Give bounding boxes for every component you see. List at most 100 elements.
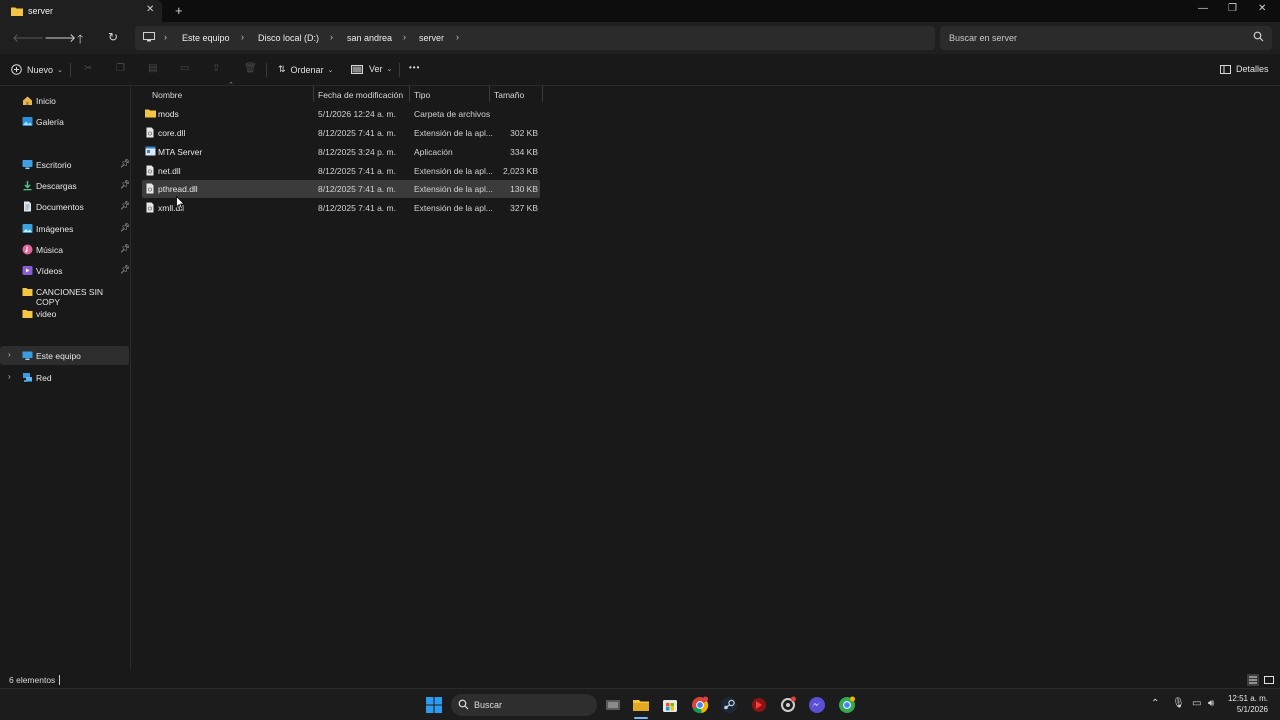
pin-icon[interactable]: 📌︎ <box>120 180 130 189</box>
pin-icon[interactable]: 📌︎ <box>120 159 130 168</box>
more-options-button[interactable]: ••• <box>409 63 420 72</box>
store-icon[interactable] <box>661 696 679 714</box>
taskbar-search[interactable]: Buscar <box>451 694 597 716</box>
minimize-button[interactable]: — <box>1198 3 1208 14</box>
column-header-type[interactable]: Tipo <box>414 90 430 100</box>
file-row-mods[interactable]: mods 5/1/2026 12:24 a. m. Carpeta de arc… <box>142 105 540 123</box>
delete-icon[interactable]: 🗑 <box>244 63 257 74</box>
details-button[interactable]: Detalles <box>1220 64 1269 74</box>
clock[interactable]: 12:51 a. m. 5/1/2026 <box>1226 693 1268 715</box>
chevron-right-icon: › <box>403 32 406 42</box>
gallery-icon <box>22 117 33 126</box>
pin-icon[interactable]: 📌︎ <box>120 244 130 253</box>
chevron-down-icon: ⌄ <box>327 66 334 74</box>
column-divider[interactable] <box>409 86 410 102</box>
pin-icon[interactable]: 📌︎ <box>120 223 130 232</box>
this-pc-icon <box>22 351 33 360</box>
cut-icon[interactable]: ✂ <box>84 63 92 74</box>
sort-button[interactable]: ⇅ Ordenar ⌄ <box>278 64 333 75</box>
column-header-date[interactable]: Fecha de modificación <box>318 90 403 100</box>
folder-icon <box>22 310 33 318</box>
close-tab-button[interactable]: ✕ <box>146 4 154 15</box>
file-row-pthread-dll[interactable]: pthread.dll 8/12/2025 7:41 a. m. Extensi… <box>142 180 540 198</box>
chrome-alt-icon[interactable] <box>838 696 856 714</box>
pin-icon[interactable]: 📌︎ <box>120 265 130 274</box>
sidebar-item-videos[interactable]: Vídeos 📌︎ <box>0 261 130 280</box>
sidebar-item-documentos[interactable]: Documentos 📌︎ <box>0 197 130 216</box>
details-view-icon[interactable] <box>1247 674 1259 686</box>
sidebar-item-galeria[interactable]: Galería <box>0 112 129 131</box>
task-view-icon[interactable] <box>604 696 622 714</box>
music-icon <box>22 244 33 255</box>
refresh-button[interactable]: ↻ <box>108 30 118 44</box>
file-row-core-dll[interactable]: core.dll 8/12/2025 7:41 a. m. Extensión … <box>142 124 540 142</box>
plus-circle-icon <box>11 64 22 75</box>
red-app-icon[interactable] <box>750 696 768 714</box>
sidebar-item-imagenes[interactable]: Imágenes 📌︎ <box>0 219 130 238</box>
address-bar[interactable]: › Este equipo › Disco local (D:) › san a… <box>135 26 935 50</box>
settings-app-icon[interactable] <box>779 696 797 714</box>
chevron-right-icon[interactable]: › <box>456 32 459 42</box>
up-button[interactable]: 🡑 <box>77 30 83 51</box>
sidebar-item-escritorio[interactable]: Escritorio 📌︎ <box>0 155 130 174</box>
breadcrumb-san-andrea[interactable]: san andrea <box>347 33 392 43</box>
new-tab-button[interactable]: + <box>175 3 183 18</box>
sidebar-item-red[interactable]: › Red <box>0 368 129 387</box>
chevron-right-icon: › <box>330 32 333 42</box>
chevron-right-icon[interactable]: › <box>8 372 11 381</box>
file-explorer-icon[interactable] <box>632 696 650 714</box>
details-pane-icon <box>1220 64 1231 74</box>
forward-button[interactable]: 🡒 <box>44 30 76 45</box>
chevron-up-icon[interactable]: ⌃ <box>1151 698 1159 709</box>
messenger-icon[interactable] <box>808 696 826 714</box>
sidebar-item-video[interactable]: video <box>0 304 129 323</box>
column-divider[interactable] <box>542 86 543 102</box>
steam-icon[interactable] <box>720 696 738 714</box>
column-header-name[interactable]: Nombre <box>152 90 182 100</box>
file-row-mta-server[interactable]: MTA Server 8/12/2025 3:24 p. m. Aplicaci… <box>142 143 540 161</box>
dll-file-icon <box>146 165 154 176</box>
divider <box>59 675 60 685</box>
sidebar-item-canciones-sin-copy[interactable]: CANCIONES SIN COPY <box>0 282 129 307</box>
column-divider[interactable] <box>489 86 490 102</box>
pin-icon[interactable]: 📌︎ <box>120 201 130 210</box>
folder-icon <box>145 109 156 118</box>
breadcrumb-este-equipo[interactable]: Este equipo <box>182 33 230 43</box>
sidebar-item-este-equipo[interactable]: › Este equipo <box>0 346 129 365</box>
sidebar-item-inicio[interactable]: Inicio <box>0 91 129 110</box>
search-icon <box>1253 31 1264 42</box>
chrome-icon[interactable] <box>691 696 709 714</box>
microphone-icon[interactable]: 🎙︎ <box>1172 698 1185 709</box>
column-header-size[interactable]: Tamaño <box>494 90 524 100</box>
copy-icon[interactable]: ❐ <box>116 63 125 74</box>
file-row-xmll-dll[interactable]: xmll.dll 8/12/2025 7:41 a. m. Extensión … <box>142 199 540 217</box>
chevron-down-icon: ⌄ <box>57 66 63 74</box>
sidebar-item-descargas[interactable]: Descargas 📌︎ <box>0 176 130 195</box>
navigation-pane: Inicio Galería Escritorio 📌︎ Descargas 📌… <box>0 86 131 670</box>
volume-icon[interactable]: 🔊︎ <box>1208 698 1214 709</box>
close-window-button[interactable]: ✕ <box>1258 3 1266 14</box>
chevron-right-icon[interactable]: › <box>8 350 11 359</box>
documents-icon <box>24 201 31 212</box>
tiles-view-icon[interactable] <box>1263 674 1275 686</box>
rename-icon[interactable]: ▭ <box>180 63 189 74</box>
back-button[interactable]: 🡐 <box>12 30 44 45</box>
paste-icon[interactable]: ▤ <box>148 63 157 74</box>
display-icon[interactable]: ▭ <box>1192 698 1201 709</box>
chevron-right-icon: › <box>164 32 167 42</box>
windows-start-icon[interactable] <box>425 696 443 714</box>
new-button[interactable]: Nuevo ⌄ <box>11 64 63 75</box>
column-divider[interactable] <box>313 86 314 102</box>
sidebar-item-musica[interactable]: Música 📌︎ <box>0 240 130 259</box>
dll-file-icon <box>146 183 154 194</box>
file-row-net-dll[interactable]: net.dll 8/12/2025 7:41 a. m. Extensión d… <box>142 162 540 180</box>
share-icon[interactable]: ⇪ <box>212 63 220 74</box>
breadcrumb-server[interactable]: server <box>419 33 444 43</box>
breadcrumb-disco-local[interactable]: Disco local (D:) <box>258 33 319 43</box>
search-placeholder: Buscar en server <box>949 33 1018 43</box>
search-input[interactable]: Buscar en server <box>940 26 1272 50</box>
view-button[interactable]: Ver ⌄ <box>351 64 392 74</box>
tab-server[interactable]: server ✕ <box>0 0 162 22</box>
maximize-button[interactable]: ❐ <box>1228 3 1237 14</box>
monitor-icon <box>143 32 155 42</box>
